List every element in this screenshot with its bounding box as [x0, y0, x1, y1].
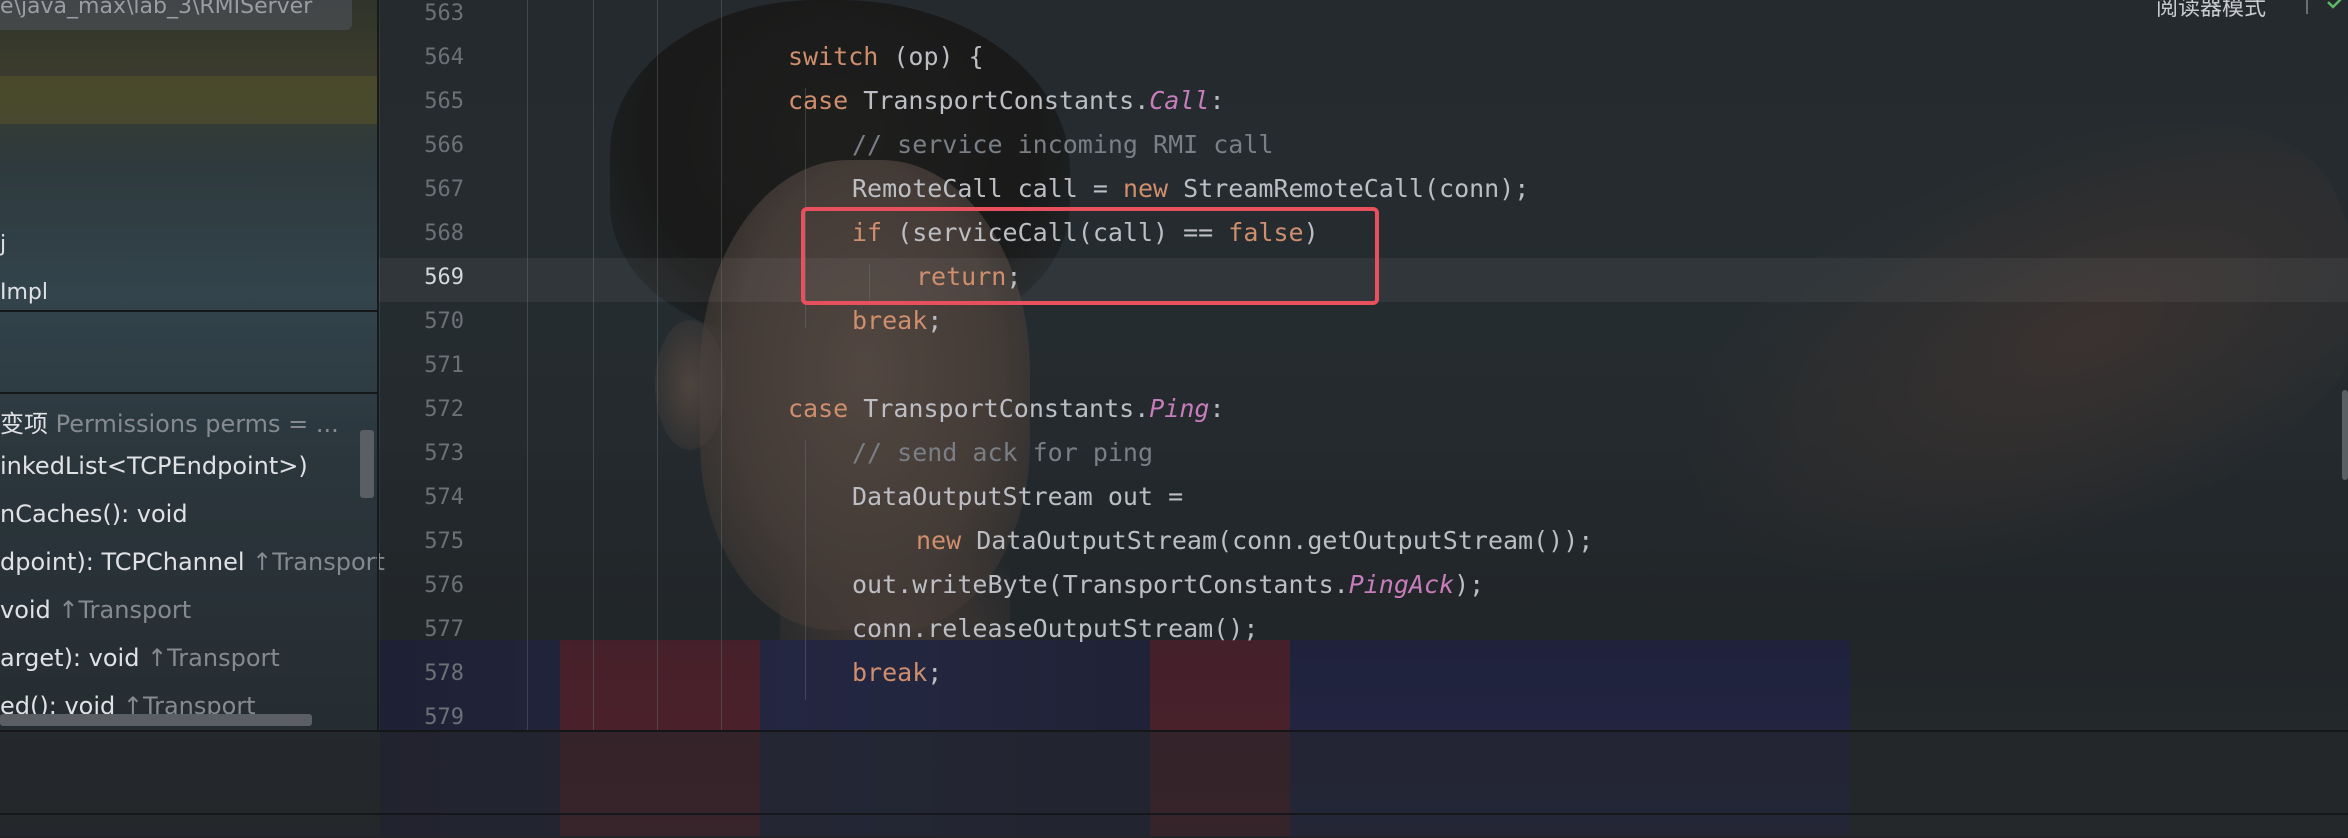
line-number: 564: [424, 45, 464, 70]
line-number: 578: [424, 661, 464, 686]
code-line-574[interactable]: DataOutputStream out =: [852, 482, 1183, 511]
line-number: 575: [424, 529, 464, 554]
structure-item[interactable]: 变项 Permissions perms = ...: [0, 404, 339, 439]
check-icon[interactable]: [2326, 0, 2344, 12]
code-line-575[interactable]: new DataOutputStream(conn.getOutputStrea…: [916, 526, 1593, 555]
editor-scrollbar[interactable]: [2342, 390, 2348, 480]
bottom-tool-panel: [0, 730, 2348, 838]
highlight-annotation-box: [801, 207, 1379, 305]
line-number: 574: [424, 485, 464, 510]
structure-item[interactable]: arget): void ↑Transport: [0, 644, 280, 672]
indent-guide: [805, 440, 806, 700]
code-line-570[interactable]: break;: [852, 306, 942, 335]
code-line-578[interactable]: break;: [852, 658, 942, 687]
project-tree-item[interactable]: Impl: [0, 280, 48, 305]
line-number: 573: [424, 441, 464, 466]
line-number: 571: [424, 353, 464, 378]
project-path-field[interactable]: e\java_max\lab_3\RMIServer: [0, 0, 352, 30]
line-number: 576: [424, 573, 464, 598]
code-line-573[interactable]: // send ack for ping: [852, 438, 1153, 467]
line-number: 572: [424, 397, 464, 422]
code-line-566[interactable]: // service incoming RMI call: [852, 130, 1273, 159]
indent-guide: [721, 0, 722, 730]
project-tree-item[interactable]: j: [0, 232, 6, 257]
indent-guide: [527, 0, 528, 730]
code-line-572[interactable]: case TransportConstants.Ping:: [788, 394, 1225, 423]
code-line-576[interactable]: out.writeByte(TransportConstants.PingAck…: [852, 570, 1484, 599]
code-line-565[interactable]: case TransportConstants.Call:: [788, 86, 1225, 115]
line-number-current: 569: [424, 265, 464, 290]
structure-item[interactable]: dpoint): TCPChannel ↑Transport: [0, 548, 385, 576]
selected-tree-row[interactable]: [0, 76, 377, 124]
indent-guide: [657, 0, 658, 730]
pane-divider[interactable]: [0, 310, 377, 312]
line-number: 566: [424, 133, 464, 158]
reader-mode-button[interactable]: 阅读器模式: [2156, 0, 2266, 22]
code-line-567[interactable]: RemoteCall call = new StreamRemoteCall(c…: [852, 174, 1529, 203]
status-bar-divider: [0, 813, 2348, 815]
line-number: 570: [424, 309, 464, 334]
line-number: 563: [424, 1, 464, 26]
project-structure-panel: e\java_max\lab_3\RMIServer j Impl 变项 Per…: [0, 0, 385, 730]
structure-item[interactable]: nCaches(): void: [0, 500, 188, 528]
line-number: 579: [424, 705, 464, 730]
structure-header-divider: [0, 392, 377, 394]
indent-guide: [593, 0, 594, 730]
structure-item[interactable]: inkedList<TCPEndpoint>): [0, 452, 308, 480]
structure-horizontal-scrollbar[interactable]: [0, 714, 312, 726]
line-number: 567: [424, 177, 464, 202]
code-line-577[interactable]: conn.releaseOutputStream();: [852, 614, 1258, 643]
line-number: 577: [424, 617, 464, 642]
structure-item[interactable]: void ↑Transport: [0, 596, 191, 624]
toolbar-separator: [2306, 0, 2308, 14]
line-number: 565: [424, 89, 464, 114]
line-number: 568: [424, 221, 464, 246]
project-path-text: e\java_max\lab_3\RMIServer: [0, 0, 313, 19]
code-line-564[interactable]: switch (op) {: [788, 42, 984, 71]
structure-scrollbar[interactable]: [360, 430, 374, 498]
